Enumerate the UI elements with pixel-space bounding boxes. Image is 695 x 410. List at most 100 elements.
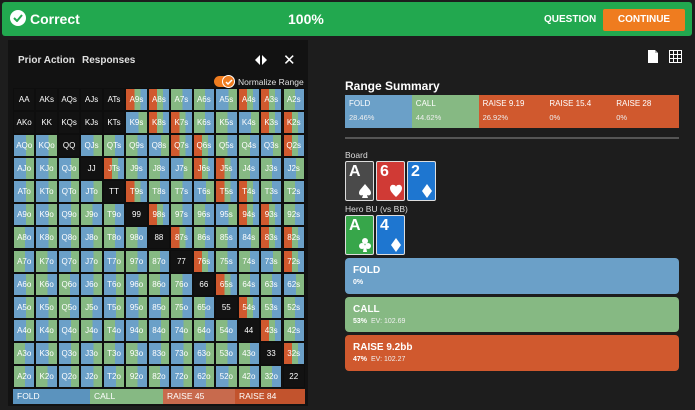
hand-cell[interactable]: T9s <box>125 180 148 204</box>
hand-cell[interactable]: 98o <box>125 226 148 250</box>
hand-cell[interactable]: K2s <box>282 111 305 135</box>
hand-cell[interactable]: K5s <box>215 111 238 135</box>
hand-cell[interactable]: 77 <box>170 249 193 273</box>
hand-cell[interactable]: K6o <box>35 272 58 296</box>
hand-cell[interactable]: A7s <box>170 88 193 111</box>
hand-cell[interactable]: 75o <box>170 295 193 319</box>
hand-cell[interactable]: Q7s <box>170 134 193 158</box>
hand-cell[interactable]: 87s <box>170 226 193 250</box>
hand-cell[interactable]: Q6s <box>192 134 216 158</box>
hand-cell[interactable]: KK <box>35 111 58 135</box>
hand-cell[interactable]: K4o <box>35 318 58 342</box>
hand-cell[interactable]: 62s <box>282 272 305 296</box>
hand-cell[interactable]: KTs <box>102 111 126 135</box>
hand-cell[interactable]: J3s <box>260 157 283 181</box>
hand-cell[interactable]: AJo <box>13 157 36 181</box>
hand-cell[interactable]: KQs <box>57 111 81 135</box>
hand-cell[interactable]: 64s <box>237 272 260 296</box>
hand-cell[interactable]: 82o <box>147 364 171 388</box>
hand-cell[interactable]: 55 <box>215 295 238 319</box>
hand-cell[interactable]: KJo <box>35 157 58 181</box>
hand-cell[interactable]: AQo <box>13 134 36 158</box>
hand-cell[interactable]: JTo <box>80 180 103 204</box>
hand-cell[interactable]: AA <box>13 88 36 111</box>
hand-cell[interactable]: J9s <box>125 157 148 181</box>
document-icon[interactable] <box>647 50 659 68</box>
hand-cell[interactable]: Q4s <box>237 134 260 158</box>
hand-cell[interactable]: A4o <box>13 318 36 342</box>
hand-cell[interactable]: 83o <box>147 341 171 365</box>
hand-cell[interactable]: 97s <box>170 203 193 227</box>
hand-cell[interactable]: A5s <box>215 88 238 111</box>
hand-cell[interactable]: 64o <box>192 318 216 342</box>
hand-cell[interactable]: K7s <box>170 111 193 135</box>
hand-cell[interactable]: 93o <box>125 341 148 365</box>
hand-cell[interactable]: 42o <box>237 364 260 388</box>
hand-cell[interactable]: QTs <box>102 134 126 158</box>
hand-cell[interactable]: 98s <box>147 203 171 227</box>
hand-cell[interactable]: A7o <box>13 249 36 273</box>
hand-cell[interactable]: 66 <box>192 272 216 296</box>
continue-button[interactable]: CONTINUE <box>603 9 685 31</box>
hand-cell[interactable]: K4s <box>237 111 260 135</box>
hand-cell[interactable]: AJs <box>80 88 103 111</box>
hand-cell[interactable]: ATs <box>102 88 126 111</box>
hand-cell[interactable]: 99 <box>125 203 148 227</box>
hand-cell[interactable]: 96o <box>125 272 148 296</box>
hand-cell[interactable]: A3s <box>260 88 283 111</box>
hand-cell[interactable]: A9s <box>125 88 148 111</box>
hand-cell[interactable]: T7s <box>170 180 193 204</box>
hand-cell[interactable]: T3s <box>260 180 283 204</box>
hand-cell[interactable]: 32o <box>260 364 283 388</box>
hand-cell[interactable]: AQs <box>57 88 81 111</box>
hand-cell[interactable]: A2s <box>282 88 305 111</box>
hand-cell[interactable]: T5s <box>215 180 238 204</box>
hand-cell[interactable]: 97o <box>125 249 148 273</box>
hand-cell[interactable]: J7o <box>80 249 103 273</box>
hand-cell[interactable]: 72o <box>170 364 193 388</box>
hand-cell[interactable]: 22 <box>282 364 305 388</box>
hand-cell[interactable]: JTs <box>102 157 126 181</box>
hand-cell[interactable]: 72s <box>282 249 305 273</box>
hand-cell[interactable]: 32s <box>282 341 305 365</box>
hand-cell[interactable]: 76s <box>192 249 216 273</box>
hand-cell[interactable]: 74o <box>170 318 193 342</box>
hand-cell[interactable]: 33 <box>260 341 283 365</box>
hand-cell[interactable]: K9s <box>125 111 148 135</box>
hand-cell[interactable]: Q5s <box>215 134 238 158</box>
hand-cell[interactable]: 54s <box>237 295 260 319</box>
hand-cell[interactable]: K8o <box>35 226 58 250</box>
hand-cell[interactable]: T8s <box>147 180 171 204</box>
hand-cell[interactable]: 65o <box>192 295 216 319</box>
tab-prior-action[interactable]: Prior Action <box>18 55 75 66</box>
hand-cell[interactable]: 42s <box>282 318 305 342</box>
hand-cell[interactable]: 84s <box>237 226 260 250</box>
hand-cell[interactable]: 82s <box>282 226 305 250</box>
hand-cell[interactable]: Q7o <box>57 249 81 273</box>
hand-cell[interactable]: 87o <box>147 249 171 273</box>
hand-cell[interactable]: T4s <box>237 180 260 204</box>
hand-cell[interactable]: KTo <box>35 180 58 204</box>
hand-cell[interactable]: QJs <box>80 134 103 158</box>
hand-cell[interactable]: 43o <box>237 341 260 365</box>
hand-cell[interactable]: J7s <box>170 157 193 181</box>
hand-cell[interactable]: 75s <box>215 249 238 273</box>
hand-cell[interactable]: QTo <box>57 180 81 204</box>
hand-cell[interactable]: 83s <box>260 226 283 250</box>
hand-cell[interactable]: T8o <box>102 226 126 250</box>
hand-cell[interactable]: 85o <box>147 295 171 319</box>
hand-cell[interactable]: 53s <box>260 295 283 319</box>
hand-cell[interactable]: T5o <box>102 295 126 319</box>
hand-cell[interactable]: J3o <box>80 341 103 365</box>
hand-cell[interactable]: 93s <box>260 203 283 227</box>
hand-cell[interactable]: 62o <box>192 364 216 388</box>
hand-cell[interactable]: J2o <box>80 364 103 388</box>
hand-cell[interactable]: K6s <box>192 111 216 135</box>
hand-cell[interactable]: 53o <box>215 341 238 365</box>
hand-cell[interactable]: QQ <box>57 134 81 158</box>
swap-arrows-icon[interactable] <box>254 53 268 67</box>
hand-cell[interactable]: Q5o <box>57 295 81 319</box>
hand-cell[interactable]: JJ <box>80 157 103 181</box>
hand-cell[interactable]: Q3s <box>260 134 283 158</box>
hand-cell[interactable]: Q2o <box>57 364 81 388</box>
